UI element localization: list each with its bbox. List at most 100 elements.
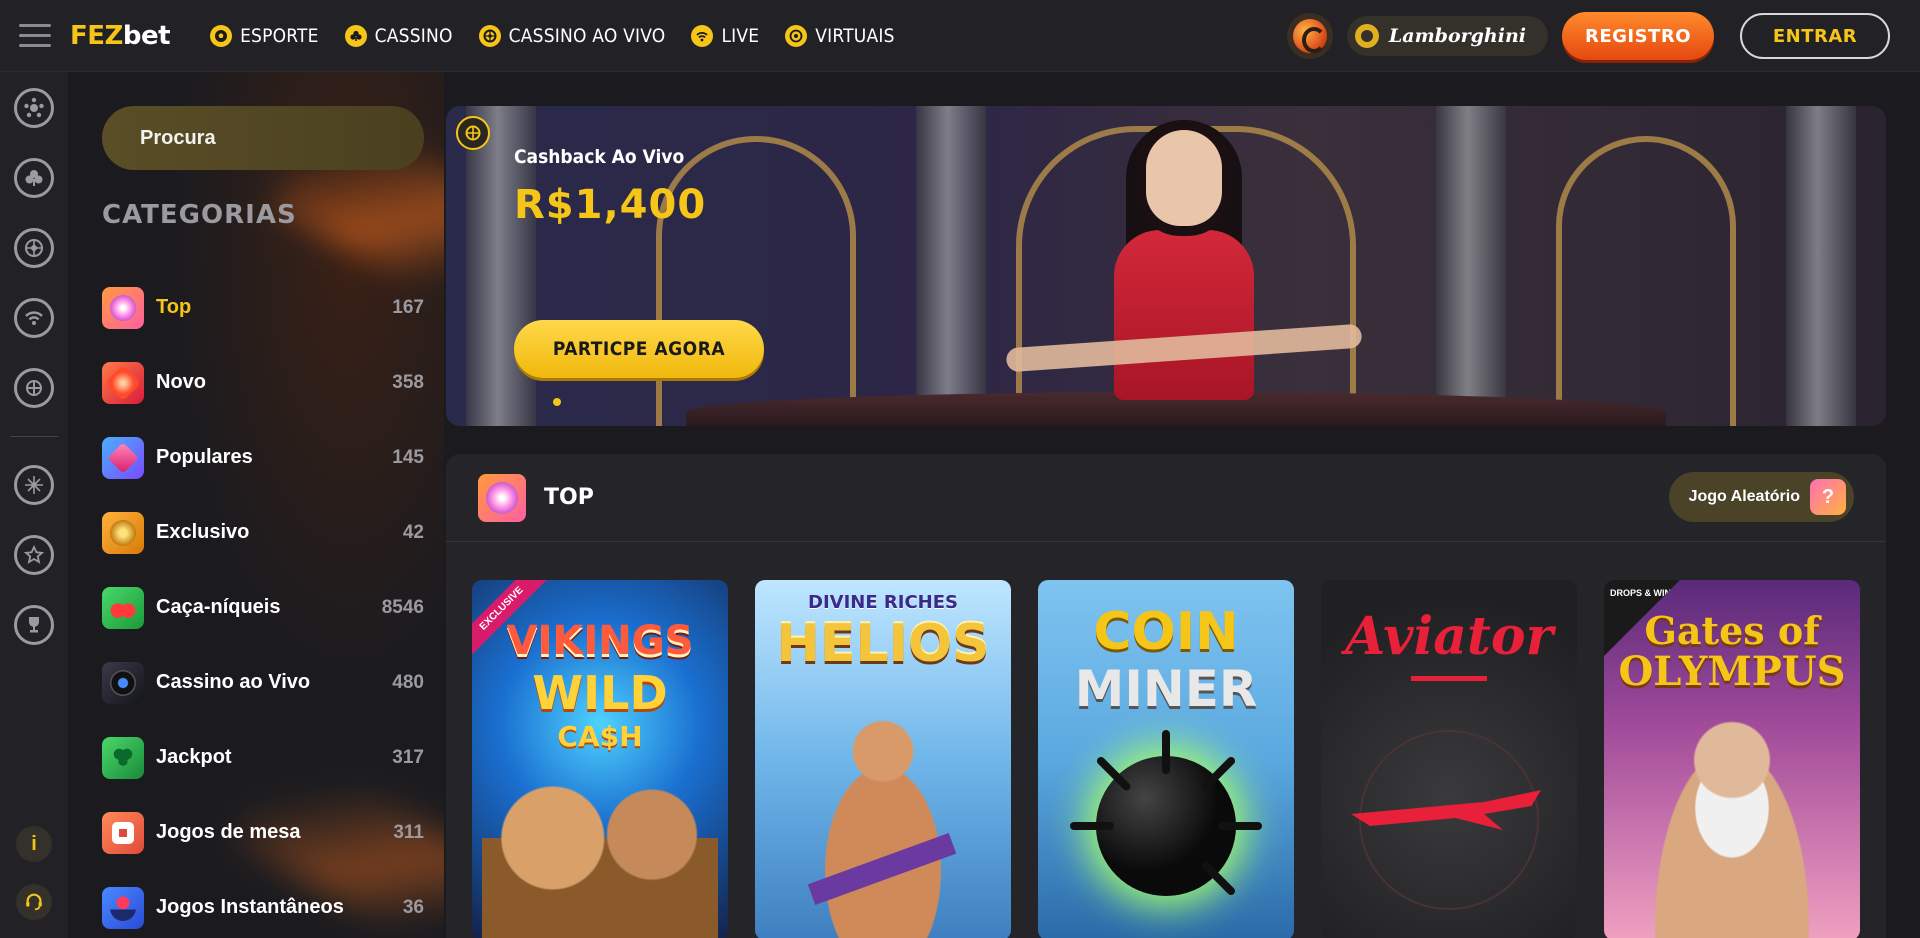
nav-cassino[interactable]: CASSINO (344, 24, 453, 47)
game-art (1634, 700, 1830, 938)
club-suit-icon (344, 24, 367, 47)
category-label: Populares (156, 446, 253, 468)
joystick-icon (102, 886, 144, 929)
banner-pillar (916, 106, 986, 426)
category-count: 311 (393, 821, 424, 843)
game-title-line: DIVINE RICHES (808, 592, 958, 613)
category-label: Cassino ao Vivo (156, 671, 311, 693)
game-art (793, 710, 973, 938)
category-jogos-instantaneos[interactable]: Jogos Instantâneos 36 (102, 870, 424, 938)
nav-live[interactable]: LIVE (691, 24, 760, 47)
category-sidebar: CATEGORIAS Top 167 Novo 358 Populares 14… (68, 72, 444, 938)
category-cassino-ao-vivo[interactable]: Cassino ao Vivo 480 (102, 645, 424, 720)
nav-virtuais[interactable]: VIRTUAIS (785, 24, 895, 47)
title-underline (1411, 676, 1487, 681)
virtual-ball-icon[interactable] (14, 368, 54, 408)
category-label: Top (156, 296, 192, 318)
category-label: Caça-níqueis (156, 596, 281, 618)
category-novo[interactable]: Novo 358 (102, 345, 424, 420)
banner-arch (1556, 136, 1736, 426)
banner-pillar (1436, 106, 1506, 426)
popular-diamond-icon (102, 436, 144, 479)
mine-spike (1070, 822, 1114, 830)
section-title: TOP (544, 485, 594, 510)
top-icon (102, 286, 144, 329)
roulette-icon (478, 24, 501, 47)
wheel-icon[interactable] (14, 465, 54, 505)
club-suit-icon[interactable] (14, 158, 54, 198)
category-count: 8546 (381, 596, 424, 618)
coin-icon (1354, 24, 1379, 48)
banner-subtitle: Cashback Ao Vivo (514, 146, 685, 168)
game-card-vikings-wild-cash[interactable]: EXCLUSIVE VIKINGS WILD CA$H (472, 580, 728, 938)
support-headset-icon[interactable] (16, 884, 52, 920)
participate-button[interactable]: PARTICPE AGORA (514, 320, 764, 378)
promo-banner[interactable]: Cashback Ao Vivo R$1,400 PARTICPE AGORA (446, 106, 1886, 426)
brand-logo[interactable]: FEZbet (70, 21, 171, 51)
exclusive-coin-icon (102, 511, 144, 554)
game-card-aviator[interactable]: Aviator (1321, 580, 1577, 938)
category-list: Top 167 Novo 358 Populares 145 Exclusivo… (102, 270, 424, 938)
nav-esporte[interactable]: ESPORTE (210, 24, 319, 47)
menu-icon[interactable] (0, 0, 70, 72)
game-card-gates-of-olympus[interactable]: DROPS & WINS Gates of OLYMPUS (1604, 580, 1860, 938)
category-count: 480 (392, 671, 424, 693)
game-title-line: HELIOS (776, 614, 990, 674)
game-art (482, 770, 718, 938)
drops-wins-label: DROPS & WINS (1610, 588, 1678, 598)
category-count: 145 (392, 446, 424, 468)
game-title-line: Gates of (1644, 608, 1820, 653)
category-label: Jackpot (156, 746, 232, 768)
nav-live-label: LIVE (721, 24, 760, 47)
search-input[interactable] (140, 126, 408, 150)
promo-c-icon[interactable] (1286, 13, 1333, 59)
register-button[interactable]: REGISTRO (1562, 12, 1714, 60)
game-title-line: MINER (1074, 660, 1258, 718)
game-title-line: CA$H (557, 720, 643, 753)
banner-pillar (1786, 106, 1856, 426)
category-label: Exclusivo (156, 521, 250, 543)
game-card-helios[interactable]: DIVINE RICHES HELIOS (755, 580, 1011, 938)
live-signal-icon[interactable] (14, 298, 54, 338)
lamborghini-label: Lamborghini (1388, 25, 1526, 47)
game-title-line: COIN (1093, 602, 1239, 662)
nav-cassino-ao-vivo[interactable]: CASSINO AO VIVO (478, 24, 666, 47)
roulette-icon[interactable] (14, 228, 54, 268)
soccer-ball-icon[interactable] (14, 88, 54, 128)
game-card-coin-miner[interactable]: COIN MINER (1038, 580, 1294, 938)
random-game-label: Jogo Aleatório (1688, 488, 1800, 505)
category-exclusivo[interactable]: Exclusivo 42 (102, 495, 424, 570)
nav-virtuais-label: VIRTUAIS (815, 24, 895, 47)
info-icon[interactable]: i (16, 826, 52, 862)
category-count: 36 (402, 896, 424, 918)
table-dice-icon (102, 811, 144, 854)
live-signal-icon (691, 24, 714, 47)
banner-amount: R$1,400 (514, 182, 707, 228)
search-box (102, 106, 424, 170)
jackpot-clover-icon (102, 736, 144, 779)
category-jackpot[interactable]: Jackpot 317 (102, 720, 424, 795)
category-top[interactable]: Top 167 (102, 270, 424, 345)
soccer-ball-icon (210, 24, 233, 47)
app-root: FEZbet ESPORTE CASSINO CASSINO AO VIVO L… (0, 0, 1920, 938)
category-populares[interactable]: Populares 145 (102, 420, 424, 495)
new-gem-icon (102, 361, 144, 404)
banner-arch (656, 136, 856, 426)
virtual-ball-icon (785, 24, 808, 47)
lamborghini-promo[interactable]: Lamborghini (1346, 16, 1548, 56)
login-button[interactable]: ENTRAR (1740, 13, 1890, 59)
star-badge-icon[interactable] (14, 535, 54, 575)
category-label: Novo (156, 371, 206, 393)
random-game-button[interactable]: Jogo Aleatório ? (1668, 472, 1854, 522)
rail-divider (10, 436, 58, 437)
nav-esporte-label: ESPORTE (240, 24, 319, 47)
live-camera-icon (102, 661, 144, 704)
header-actions: Lamborghini REGISTRO ENTRAR (1286, 12, 1890, 60)
game-title-line: Aviator (1345, 606, 1553, 667)
trophy-icon[interactable] (14, 605, 54, 645)
carousel-dot[interactable] (553, 398, 561, 406)
category-caca-niqueis[interactable]: Caça-níqueis 8546 (102, 570, 424, 645)
dice-icon: ? (1810, 479, 1846, 515)
category-jogos-de-mesa[interactable]: Jogos de mesa 311 (102, 795, 424, 870)
game-title-line: OLYMPUS (1618, 648, 1846, 695)
